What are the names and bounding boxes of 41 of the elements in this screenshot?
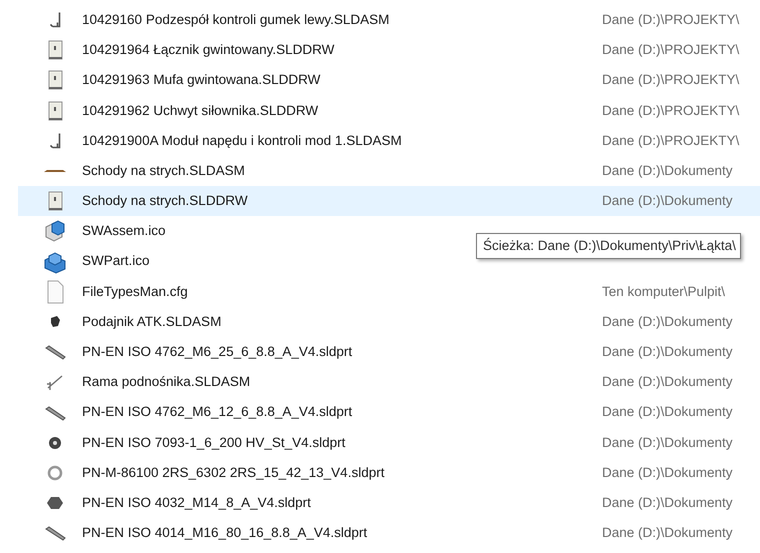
file-name: FileTypesMan.cfg	[82, 282, 189, 301]
file-name: Schody na strych.SLDDRW	[82, 192, 249, 210]
file-name: PN-M-86100 2RS_6302 2RS_15_42_13_V4.sldprt	[82, 464, 386, 482]
file-location: Dane (D:)\Dokumenty	[602, 343, 733, 362]
file-location: Dane (D:)\Dokumenty	[602, 162, 733, 180]
assembly-icon	[50, 132, 60, 149]
file-name: 104291900A Moduł napędu i kontroli mod 1.SLDASM	[82, 132, 403, 150]
file-name: PN-EN ISO 4762_M6_12_6_8.8_A_V4.sldprt	[82, 403, 354, 422]
file-location: Dane (D:)\Dokumenty	[602, 464, 733, 482]
file-name: 104291964 Łącznik gwintowany.SLDDRW	[82, 41, 336, 60]
beam-icon	[44, 170, 66, 172]
file-location: Dane (D:)\Dokumenty	[602, 373, 733, 392]
file-name: SWAssem.ico	[82, 222, 167, 240]
file-name: Rama podnośnika.SLDASM	[82, 373, 252, 392]
file-location: Dane (D:)\PROJEKTY\	[602, 71, 740, 90]
file-location: Dane (D:)\PROJEKTY\	[602, 10, 740, 29]
cube-assembly-icon	[43, 219, 67, 244]
file-name: 104291962 Uchwyt siłownika.SLDDRW	[82, 102, 320, 120]
cube-part-icon	[43, 250, 67, 274]
file-location: Dane (D:)\PROJEKTY\	[602, 132, 740, 150]
file-location: Dane (D:)\Dokumenty	[602, 312, 733, 331]
file-location: Dane (D:)\Dokumenty	[602, 494, 733, 512]
file-name: Podajnik ATK.SLDASM	[82, 312, 222, 331]
file-location: Dane (D:)\Dokumenty	[602, 434, 733, 452]
file-location: Ten komputer\Pulpit\	[602, 282, 726, 301]
file-name: 104291963 Mufa gwintowana.SLDDRW	[82, 71, 322, 90]
path-tooltip: Ścieżka: Dane (D:)\Dokumenty\Priv\Łąkta\	[476, 233, 741, 259]
file-name: SWPart.ico	[82, 252, 151, 270]
file-location: Dane (D:)\Dokumenty	[602, 403, 733, 422]
file-name: PN-EN ISO 7093-1_6_200 HV_St_V4.sldprt	[82, 434, 346, 452]
file-location: Dane (D:)\PROJEKTY\	[602, 102, 740, 120]
file-name: Schody na strych.SLDASM	[82, 162, 246, 180]
file-location: Dane (D:)\PROJEKTY\	[602, 41, 740, 60]
file-name: PN-EN ISO 4032_M14_8_A_V4.sldprt	[82, 494, 312, 512]
file-location: Dane (D:)\Dokumenty	[602, 192, 733, 210]
file-row[interactable]: Schody na strych.SLDDRW Dane (D:)\Dokumenty	[18, 186, 760, 216]
assembly-icon	[50, 12, 60, 28]
file-name: PN-EN ISO 4014_M16_80_16_8.8_A_V4.sldprt	[82, 524, 368, 542]
file-name: PN-EN ISO 4762_M6_25_6_8.8_A_V4.sldprt	[82, 343, 354, 362]
file-name: 10429160 Podzespół kontroli gumek lewy.SLDASM	[82, 10, 390, 29]
file-location: Dane (D:)\Dokumenty	[602, 524, 733, 542]
